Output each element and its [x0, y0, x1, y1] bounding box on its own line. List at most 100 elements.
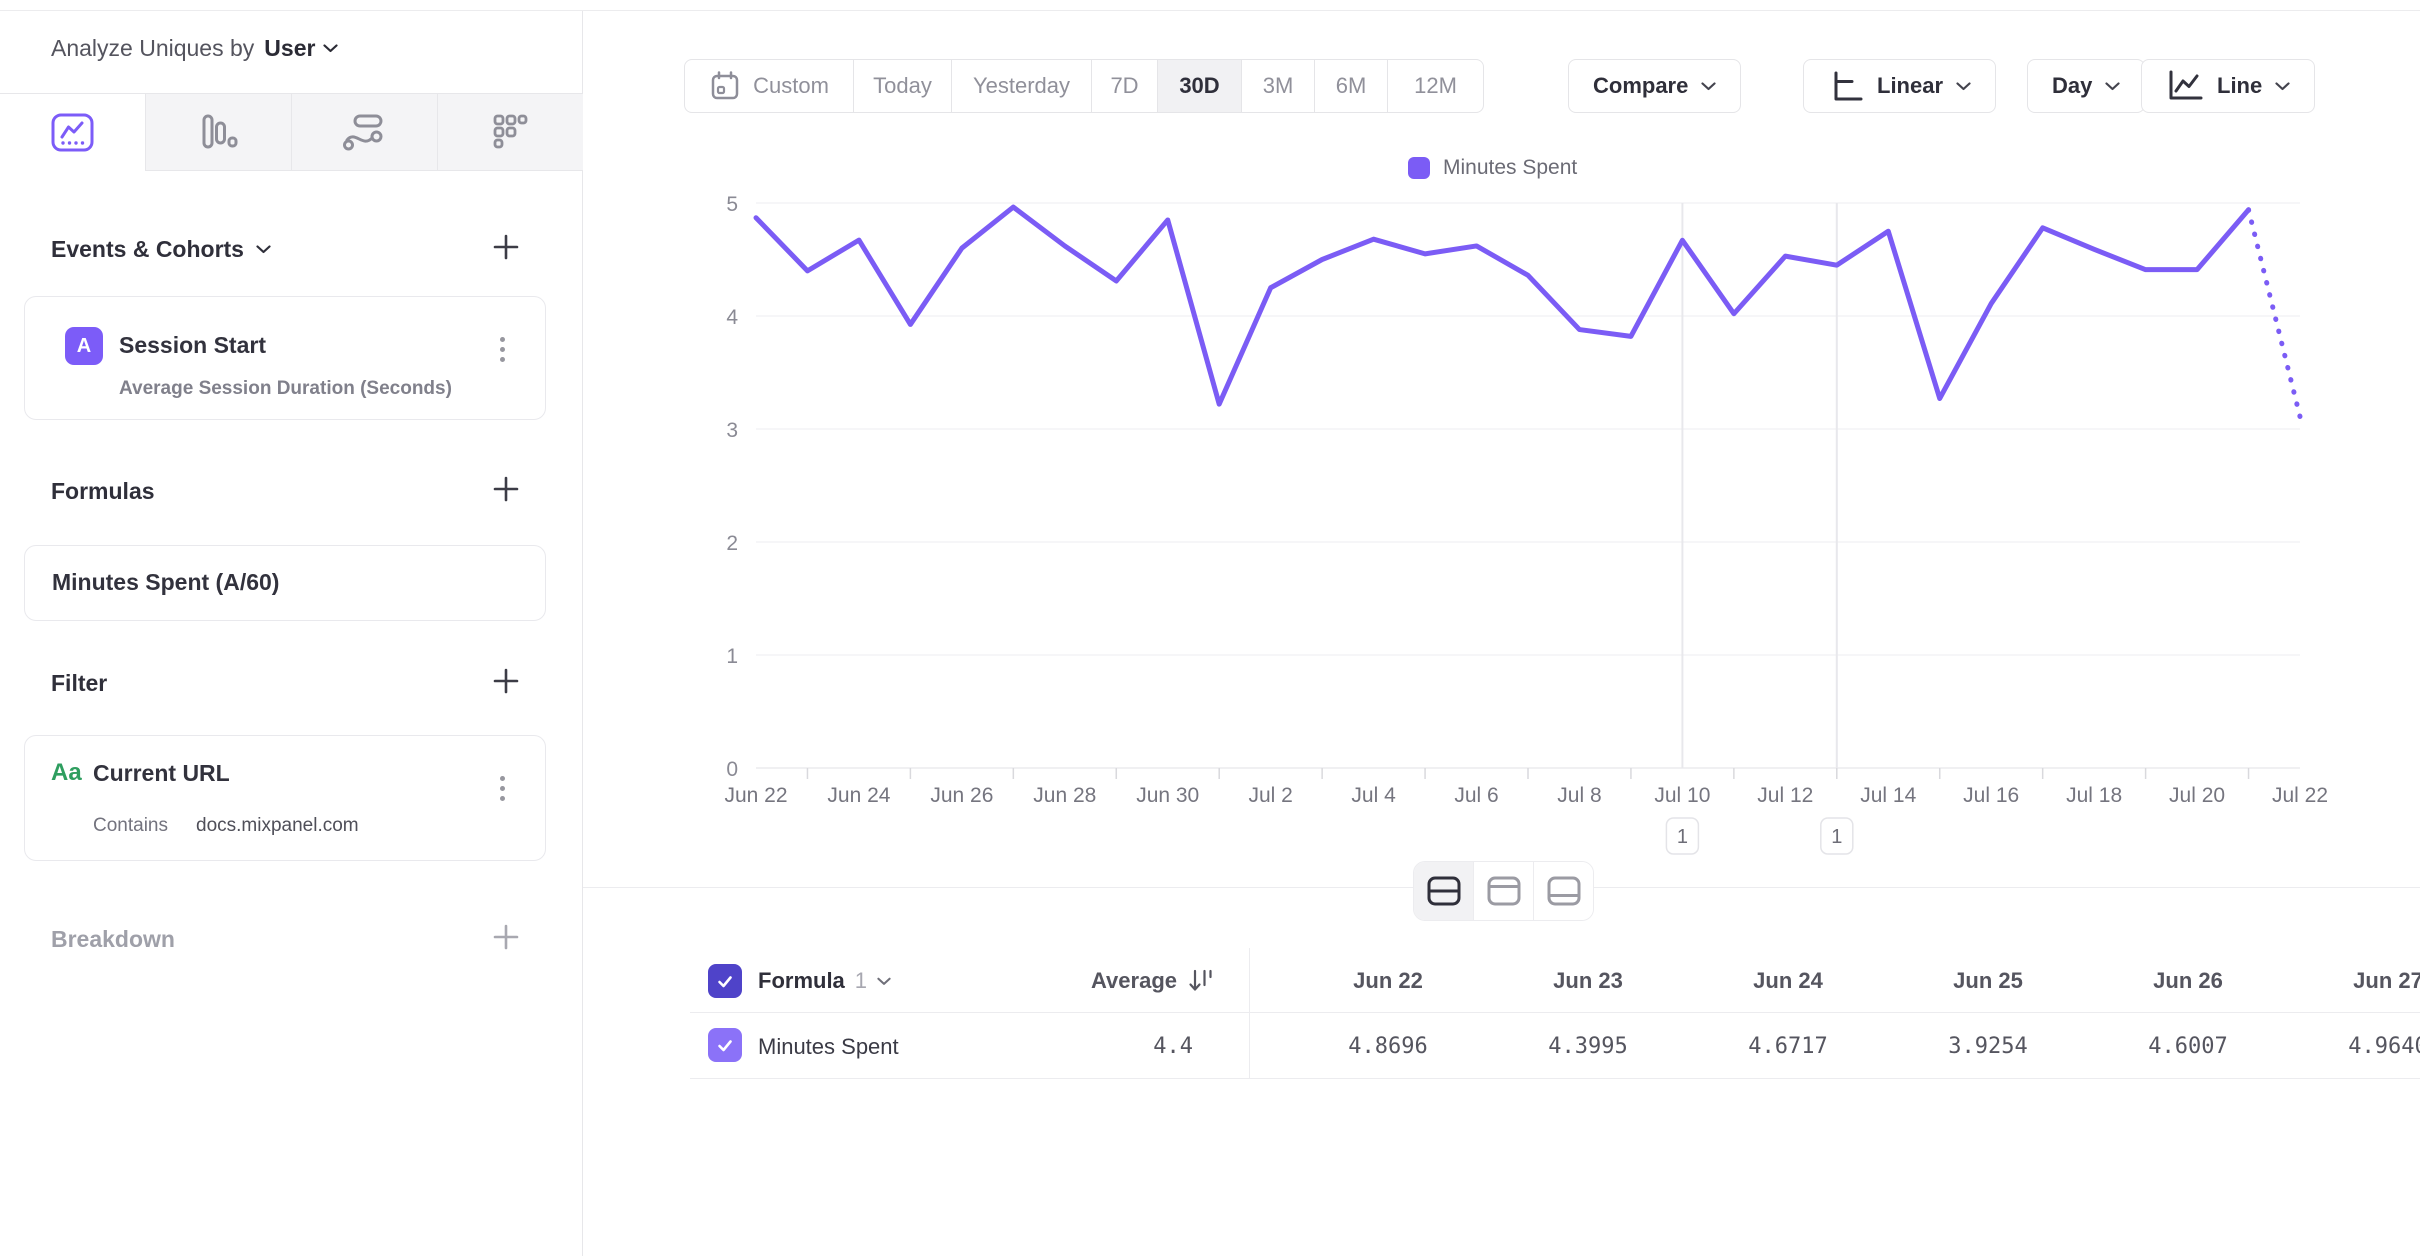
x-tick-label: Jul 20: [2169, 784, 2225, 807]
range-6m[interactable]: 6M: [1314, 60, 1387, 112]
table-column-header[interactable]: Jun 24: [1688, 968, 1888, 994]
event-options-button[interactable]: [489, 327, 515, 371]
filter-value[interactable]: docs.mixpanel.com: [196, 815, 359, 837]
flows-icon: [342, 112, 387, 153]
tab-bar-chart[interactable]: [145, 94, 291, 171]
chevron-down-icon: [323, 44, 338, 53]
event-metric[interactable]: Average Session Duration (Seconds): [119, 378, 452, 400]
layout-toggle-group: [1413, 861, 1594, 921]
y-tick-label: 2: [726, 532, 738, 555]
tab-metrics[interactable]: [437, 94, 583, 171]
tab-line-chart[interactable]: [0, 94, 145, 171]
events-cohorts-title: Events & Cohorts: [51, 236, 244, 263]
table-column-header[interactable]: Jun 23: [1488, 968, 1688, 994]
line-chart-icon: [50, 112, 95, 153]
y-tick-label: 5: [726, 193, 738, 216]
calendar-icon: [709, 70, 741, 102]
formula-card[interactable]: Minutes Spent (A/60): [24, 545, 546, 621]
x-tick-label: Jul 12: [1757, 784, 1813, 807]
add-breakdown-button[interactable]: [484, 915, 528, 959]
chart-line[interactable]: [756, 207, 2249, 404]
event-letter-badge: A: [65, 327, 103, 365]
table-column-header[interactable]: Jun 26: [2088, 968, 2288, 994]
annotation-badge-label: 1: [1831, 826, 1842, 848]
range-7d-label: 7D: [1110, 73, 1138, 99]
formula-expression: Minutes Spent (A/60): [52, 569, 279, 596]
bar-chart-icon: [196, 112, 241, 153]
split-view-toggle[interactable]: [1414, 862, 1473, 920]
legend-item-minutes-spent[interactable]: Minutes Spent: [1408, 156, 1577, 180]
range-today-label: Today: [873, 73, 932, 99]
event-card-session-start[interactable]: A Session Start Average Session Duration…: [24, 296, 546, 420]
select-all-checkbox[interactable]: [708, 964, 742, 998]
average-column-header[interactable]: Average: [1091, 968, 1215, 994]
range-12m[interactable]: 12M: [1387, 60, 1483, 112]
table-row-divider: [690, 1078, 2420, 1079]
axis-scale-label: Linear: [1877, 73, 1943, 99]
formula-group-dropdown[interactable]: Formula 1: [758, 968, 891, 994]
table-row-average: 4.4: [1153, 1034, 1193, 1059]
range-3m[interactable]: 3M: [1241, 60, 1314, 112]
add-filter-button[interactable]: [484, 659, 528, 703]
y-tick-label: 1: [726, 645, 738, 668]
table-column-divider: [1249, 948, 1250, 1078]
formulas-title: Formulas: [51, 478, 155, 505]
plus-icon: [491, 922, 521, 952]
table-column-header[interactable]: Jun 22: [1288, 968, 1488, 994]
compare-button[interactable]: Compare: [1568, 59, 1741, 113]
x-tick-label: Jun 30: [1136, 784, 1199, 807]
chevron-down-icon: [877, 977, 891, 986]
tab-flows[interactable]: [291, 94, 437, 171]
range-today[interactable]: Today: [853, 60, 951, 112]
plus-icon: [491, 666, 521, 696]
range-custom[interactable]: Custom: [685, 60, 853, 112]
x-tick-label: Jun 24: [827, 784, 890, 807]
date-range-control: Custom Today Yesterday 7D 30D 3M 6M 12M: [684, 59, 1484, 113]
range-30d-selected[interactable]: 30D: [1157, 60, 1241, 112]
table-only-toggle[interactable]: [1533, 862, 1593, 920]
add-formula-button[interactable]: [484, 467, 528, 511]
table-column-header[interactable]: Jun 27: [2288, 968, 2420, 994]
range-6m-label: 6M: [1336, 73, 1367, 99]
filter-title: Filter: [51, 670, 107, 697]
filter-options-button[interactable]: [489, 766, 515, 810]
string-property-icon: Aa: [51, 759, 82, 787]
table-header-divider: [690, 1012, 2420, 1013]
chart-style-button[interactable]: Line: [2141, 59, 2315, 113]
filter-condition[interactable]: Contains docs.mixpanel.com: [93, 815, 359, 837]
range-custom-label: Custom: [753, 73, 829, 99]
check-icon: [717, 975, 733, 988]
filter-heading: Filter: [51, 670, 107, 697]
analyze-label: Analyze Uniques by: [51, 35, 254, 62]
x-tick-label: Jul 6: [1454, 784, 1498, 807]
analyze-value-dropdown[interactable]: User: [264, 35, 338, 62]
table-cell-value: 4.6007: [2088, 1034, 2288, 1059]
interval-button[interactable]: Day: [2027, 59, 2145, 113]
filter-card-current-url[interactable]: Aa Current URL Contains docs.mixpanel.co…: [24, 735, 546, 861]
table-cell-value: 4.9640: [2288, 1034, 2420, 1059]
x-tick-label: Jul 16: [1963, 784, 2019, 807]
table-column-header[interactable]: Jun 25: [1888, 968, 2088, 994]
y-tick-label: 0: [726, 758, 738, 781]
x-tick-label: Jun 26: [930, 784, 993, 807]
add-event-button[interactable]: [484, 225, 528, 269]
query-builder-sidebar: Analyze Uniques by User: [0, 11, 583, 1256]
filter-operator[interactable]: Contains: [93, 815, 168, 837]
sort-descending-icon: [1187, 968, 1215, 994]
table-date-headers: Jun 22Jun 23Jun 24Jun 25Jun 26Jun 27: [1288, 968, 2420, 994]
chart-only-toggle[interactable]: [1473, 862, 1533, 920]
legend-swatch: [1408, 157, 1430, 179]
breakdown-heading: Breakdown: [51, 926, 175, 953]
row-checkbox-minutes-spent[interactable]: [708, 1028, 742, 1062]
average-label: Average: [1091, 968, 1177, 994]
range-yesterday[interactable]: Yesterday: [951, 60, 1091, 112]
axis-scale-button[interactable]: Linear: [1803, 59, 1996, 113]
line-chart[interactable]: 012345Jun 22Jun 24Jun 26Jun 28Jun 30Jul …: [583, 190, 2420, 890]
range-3m-label: 3M: [1263, 73, 1294, 99]
x-tick-label: Jul 2: [1248, 784, 1292, 807]
range-7d[interactable]: 7D: [1091, 60, 1157, 112]
events-cohorts-heading[interactable]: Events & Cohorts: [51, 236, 271, 263]
line-style-icon: [2166, 68, 2204, 104]
range-30d-label: 30D: [1179, 73, 1219, 99]
annotation-badge-label: 1: [1677, 826, 1688, 848]
